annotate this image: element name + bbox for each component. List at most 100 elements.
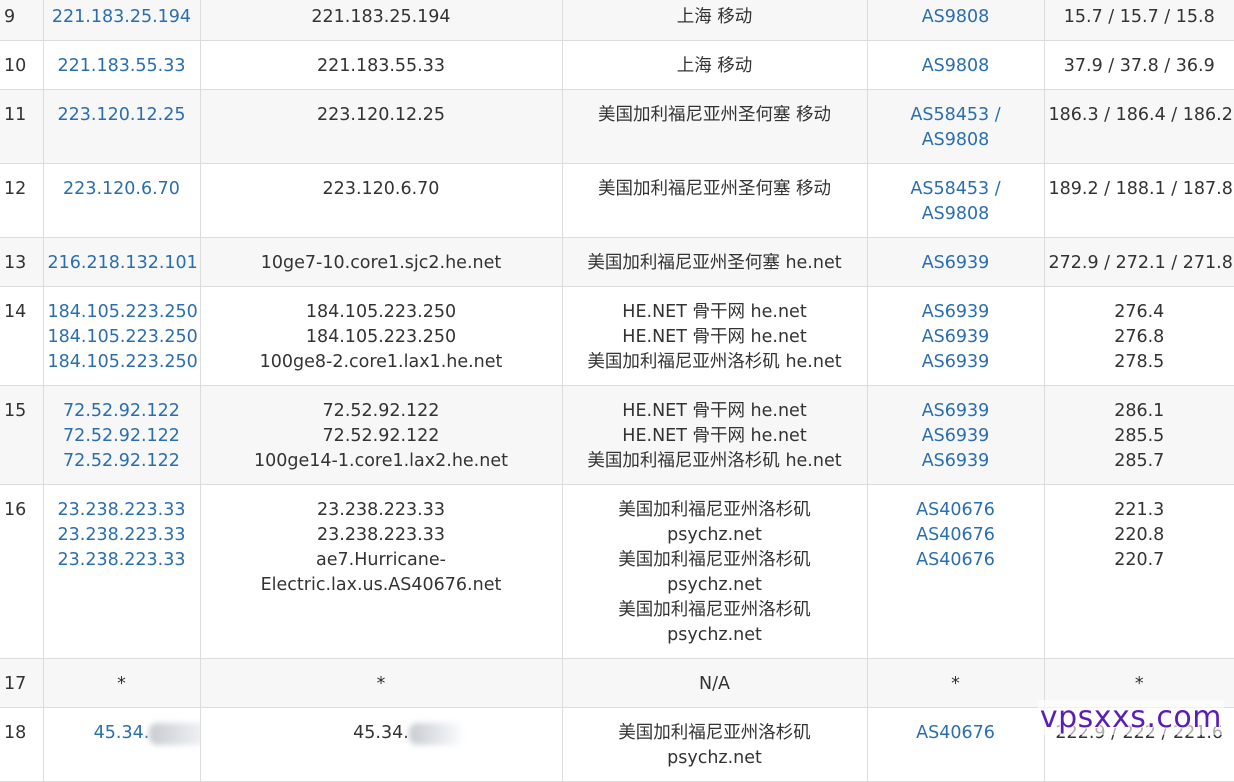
- ip-link[interactable]: 72.52.92.122: [48, 399, 196, 424]
- as-link[interactable]: AS6939: [872, 251, 1040, 276]
- location-text: HE.NET 骨干网 he.net: [622, 426, 807, 446]
- as-link[interactable]: AS40676: [872, 721, 1040, 746]
- hop-as-cell: AS9808: [866, 40, 1045, 90]
- latency-value: 285.5: [1114, 426, 1165, 446]
- location-text: HE.NET 骨干网 he.net: [622, 401, 807, 421]
- as-link[interactable]: AS9808: [872, 54, 1040, 79]
- location-text: N/A: [699, 674, 730, 694]
- as-link[interactable]: AS58453 /: [872, 177, 1040, 202]
- as-link[interactable]: AS6939: [872, 350, 1040, 375]
- hop-location-cell: 美国加利福尼亚州洛杉矶 psychz.net: [561, 707, 868, 782]
- latency-value: 272.9 / 272.1 / 271.8: [1048, 253, 1233, 273]
- hop-as-cell: AS40676: [866, 707, 1045, 782]
- location-text: 美国加利福尼亚州洛杉矶 he.net: [587, 451, 842, 471]
- as-link[interactable]: AS6939: [872, 424, 1040, 449]
- hop-ip-cell: 221.183.25.194: [42, 0, 201, 41]
- ip-link[interactable]: 72.52.92.122: [48, 424, 196, 449]
- hop-as-cell: AS6939 AS6939 AS6939: [866, 385, 1045, 485]
- ip-link[interactable]: 184.105.223.250: [48, 350, 198, 375]
- hostname: 10ge7-10.core1.sjc2.he.net: [260, 253, 502, 273]
- hop-number: 12: [0, 163, 44, 238]
- hop-number: 13: [0, 237, 44, 287]
- as-link[interactable]: AS40676: [872, 523, 1040, 548]
- as-link[interactable]: AS58453 /: [872, 103, 1040, 128]
- hop-ip-cell: 223.120.6.70: [42, 163, 201, 238]
- table-row: 13 216.218.132.101 10ge7-10.core1.sjc2.he.…: [0, 237, 1234, 287]
- latency-value: 285.7: [1114, 451, 1165, 471]
- location-text: psychz.net: [667, 748, 762, 768]
- hop-location-cell: 上海 移动: [561, 0, 868, 41]
- hop-latency-cell: 15.7 / 15.7 / 15.8: [1043, 0, 1234, 41]
- hop-hostname-cell: 223.120.12.25: [199, 89, 563, 164]
- ip-link[interactable]: 223.120.6.70: [48, 177, 196, 202]
- hop-latency-cell: 221.3 220.8 220.7: [1043, 484, 1234, 659]
- hop-as-cell: *: [866, 658, 1045, 708]
- ip-link[interactable]: 23.238.223.33: [48, 523, 196, 548]
- hop-ip-cell: *: [42, 658, 201, 708]
- hostname-text: 45.34.: [353, 723, 409, 743]
- ip-link[interactable]: 216.218.132.101: [48, 251, 198, 276]
- hostname: 100ge14-1.core1.lax2.he.net: [254, 451, 508, 471]
- as-link[interactable]: AS40676: [872, 498, 1040, 523]
- as-link[interactable]: AS6939: [872, 325, 1040, 350]
- traceroute-table-body: 9 221.183.25.194 221.183.25.194 上海 移动 AS9808…: [0, 0, 1234, 782]
- hop-number: 17: [0, 658, 44, 708]
- ip-link[interactable]: 184.105.223.250: [48, 300, 198, 325]
- as-link[interactable]: AS40676: [872, 548, 1040, 573]
- hostname: 23.238.223.33: [316, 525, 446, 545]
- table-row: 14 184.105.223.250 184.105.223.250 184.105.…: [0, 286, 1234, 386]
- as-link[interactable]: AS9808: [872, 5, 1040, 30]
- redaction-blur: [149, 723, 199, 745]
- hostname: 221.183.55.33: [316, 56, 446, 76]
- ip-link[interactable]: 45.34.: [48, 721, 199, 746]
- hop-number: 9: [0, 0, 44, 41]
- location-text: psychz.net: [667, 575, 762, 595]
- hop-latency-cell: 272.9 / 272.1 / 271.8: [1043, 237, 1234, 287]
- hop-as-cell: AS58453 /AS9808: [866, 163, 1045, 238]
- hop-number: 18: [0, 707, 44, 782]
- table-row: 9 221.183.25.194 221.183.25.194 上海 移动 AS9808…: [0, 0, 1234, 41]
- hop-hostname-cell: 221.183.55.33: [199, 40, 563, 90]
- hop-number: 10: [0, 40, 44, 90]
- as-link[interactable]: AS9808: [872, 128, 1040, 153]
- hop-location-cell: 美国加利福尼亚州圣何塞 he.net: [561, 237, 868, 287]
- latency-value: 220.8: [1114, 525, 1165, 545]
- hop-number: 15: [0, 385, 44, 485]
- hop-hostname-cell: 72.52.92.122 72.52.92.122 100ge14-1.core1.…: [199, 385, 563, 485]
- location-text: 上海 移动: [676, 7, 753, 27]
- hostname: Electric.lax.us.AS40676.net: [260, 575, 502, 595]
- as-link[interactable]: AS9808: [872, 202, 1040, 227]
- hop-latency-cell: 186.3 / 186.4 / 186.2: [1043, 89, 1234, 164]
- hop-location-cell: HE.NET 骨干网 he.net HE.NET 骨干网 he.net 美国加利福尼…: [561, 385, 868, 485]
- hostname: ae7.Hurricane-: [316, 550, 446, 570]
- hostname: 23.238.223.33: [316, 500, 446, 520]
- ip-link[interactable]: 23.238.223.33: [48, 548, 196, 573]
- hop-location-cell: N/A: [561, 658, 868, 708]
- location-text: HE.NET 骨干网 he.net: [622, 327, 807, 347]
- as-link[interactable]: AS6939: [872, 399, 1040, 424]
- location-text: 美国加利福尼亚州洛杉矶: [618, 600, 811, 620]
- hostname: 221.183.25.194: [311, 7, 451, 27]
- hostname: 184.105.223.250: [305, 327, 457, 347]
- ip-link[interactable]: 221.183.25.194: [48, 5, 196, 30]
- table-row: 11 223.120.12.25 223.120.12.25 美国加利福尼亚州圣何塞 …: [0, 89, 1234, 164]
- location-text: 美国加利福尼亚州洛杉矶: [618, 723, 811, 743]
- location-text: psychz.net: [667, 625, 762, 645]
- as-link[interactable]: AS6939: [872, 300, 1040, 325]
- ip-link[interactable]: 184.105.223.250: [48, 325, 198, 350]
- ip-link[interactable]: 223.120.12.25: [48, 103, 196, 128]
- hop-location-cell: HE.NET 骨干网 he.net HE.NET 骨干网 he.net 美国加利福尼…: [561, 286, 868, 386]
- hop-number: 11: [0, 89, 44, 164]
- hop-hostname-cell: 45.34.: [199, 707, 563, 782]
- table-row: 16 23.238.223.33 23.238.223.33 23.238.223.3…: [0, 484, 1234, 659]
- site-watermark: vpsxxs.com: [1037, 700, 1224, 735]
- hostname: 72.52.92.122: [322, 401, 440, 421]
- latency-value: 15.7 / 15.7 / 15.8: [1063, 7, 1215, 27]
- as-link[interactable]: AS6939: [872, 449, 1040, 474]
- ip-link[interactable]: 23.238.223.33: [48, 498, 196, 523]
- ip-link[interactable]: 221.183.55.33: [48, 54, 196, 79]
- ip-link[interactable]: 72.52.92.122: [48, 449, 196, 474]
- ip-placeholder: *: [117, 674, 126, 694]
- latency-value: *: [1134, 674, 1144, 694]
- hop-as-cell: AS58453 /AS9808: [866, 89, 1045, 164]
